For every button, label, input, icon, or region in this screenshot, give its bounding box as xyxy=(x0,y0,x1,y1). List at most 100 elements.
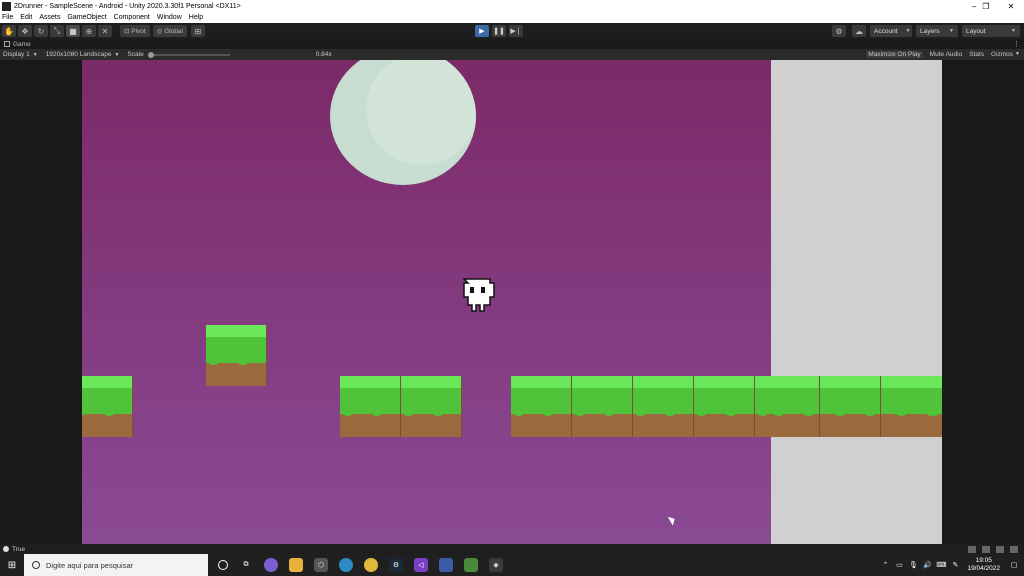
gizmos-toggle[interactable]: Gizmos xyxy=(991,51,1013,58)
services-icon[interactable]: ⚙ xyxy=(832,25,846,37)
block-divider xyxy=(880,376,881,437)
menu-gameobject[interactable]: GameObject xyxy=(67,14,106,21)
scale-slider-handle[interactable] xyxy=(147,51,154,58)
hand-tool-icon[interactable]: ✋ xyxy=(2,25,16,37)
menu-file[interactable]: File xyxy=(2,14,13,21)
clock-time: 19:05 xyxy=(975,557,992,564)
menu-component[interactable]: Component xyxy=(114,14,150,21)
search-icon xyxy=(32,561,40,569)
close-button[interactable]: ✕ xyxy=(1000,0,1022,12)
taskbar-search-input[interactable]: Digite aqui para pesquisar xyxy=(24,554,208,576)
move-tool-icon[interactable]: ✥ xyxy=(18,25,32,37)
chevron-down-icon: ▼ xyxy=(905,28,911,34)
taskbar-clock[interactable]: 19:05 19/04/2022 xyxy=(967,557,1000,573)
scale-slider[interactable] xyxy=(147,51,230,58)
custom-tool-icon[interactable]: ✕ xyxy=(98,25,112,37)
file-explorer-icon[interactable] xyxy=(289,558,303,572)
chevron-up-icon[interactable]: ⌃ xyxy=(881,561,889,569)
tab-menu-icon[interactable]: ⋮ xyxy=(1013,40,1020,48)
notepad-icon[interactable] xyxy=(464,558,478,572)
language-icon[interactable]: ⌨ xyxy=(936,561,946,569)
progress-icon[interactable] xyxy=(968,545,976,553)
grass-edge xyxy=(694,406,754,416)
cortana-icon[interactable] xyxy=(218,560,228,570)
menu-assets[interactable]: Assets xyxy=(39,14,60,21)
tab-game[interactable]: Game xyxy=(13,41,31,48)
viewport-grey-area xyxy=(771,60,942,544)
transform-tool-icon[interactable]: ⊕ xyxy=(82,25,96,37)
grass-edge xyxy=(401,406,461,416)
resolution-select[interactable]: 1920x1080 Landscape ▼ xyxy=(46,51,120,58)
chevron-down-icon: ▼ xyxy=(949,28,954,34)
pause-button[interactable]: ❚❚ xyxy=(492,25,506,37)
grass-highlight xyxy=(511,376,571,388)
menu-bar: File Edit Assets GameObject Component Wi… xyxy=(0,12,1024,23)
scale-tool-icon[interactable]: ⤡ xyxy=(50,25,64,37)
stats-toggle[interactable]: Stats xyxy=(969,51,984,58)
grid-snap-icon[interactable]: ⊞ xyxy=(191,25,205,37)
display-select[interactable]: Display 1 ▼ xyxy=(3,51,38,58)
player-ghost-sprite xyxy=(462,278,495,312)
rect-tool-icon[interactable]: ▦ xyxy=(66,25,80,37)
block-divider xyxy=(819,376,820,437)
game-view-controls: Display 1 ▼ 1920x1080 Landscape ▼ Scale 0.… xyxy=(0,49,1024,60)
chevron-down-icon[interactable]: ▼ xyxy=(1015,51,1020,58)
unity-editor-icon[interactable]: ◈ xyxy=(489,558,503,572)
status-text[interactable]: True xyxy=(12,546,25,553)
window-title: 2Drunner - SampleScene - Android - Unity… xyxy=(14,2,241,10)
pen-icon[interactable]: ✎ xyxy=(951,561,959,569)
chevron-down-icon: ▼ xyxy=(1011,28,1016,34)
task-view-icon[interactable]: ⧉ xyxy=(239,558,253,572)
system-tray: ⌃ ▭ 🎙 🔊 ⌨ ✎ 19:05 19/04/2022 ▢ xyxy=(875,554,1018,576)
global-toggle[interactable]: ◎ Global xyxy=(152,25,187,37)
grass-edge xyxy=(511,406,571,416)
floating-grass-block xyxy=(206,325,267,386)
volume-icon[interactable]: 🔊 xyxy=(923,561,932,569)
layout-label: Layout xyxy=(966,27,986,35)
grass-highlight xyxy=(572,376,632,388)
game-scene[interactable] xyxy=(82,60,771,544)
grass-highlight xyxy=(755,376,771,388)
maximize-on-play-toggle[interactable]: Maximize On Play xyxy=(866,51,923,58)
ground-block xyxy=(511,376,572,437)
game-tab-bar: Game ⋮ xyxy=(0,39,1024,49)
microphone-icon[interactable]: 🎙 xyxy=(909,561,918,569)
grass-highlight xyxy=(82,376,132,388)
browser-icon[interactable] xyxy=(339,558,353,572)
settings-icon[interactable] xyxy=(1010,545,1018,553)
menu-window[interactable]: Window xyxy=(157,14,182,21)
play-button[interactable]: ▶ xyxy=(475,25,489,37)
rotate-tool-icon[interactable]: ↻ xyxy=(34,25,48,37)
network-icon[interactable]: ▭ xyxy=(895,561,903,569)
chrome-icon[interactable] xyxy=(364,558,378,572)
cloud-icon[interactable]: ☁ xyxy=(852,25,866,37)
window-titlebar: 2Drunner - SampleScene - Android - Unity… xyxy=(0,0,1024,12)
grass-edge xyxy=(755,406,771,416)
cache-icon[interactable] xyxy=(982,545,990,553)
unity-hub-icon[interactable]: ⬡ xyxy=(314,558,328,572)
global-label: Global xyxy=(164,27,183,35)
account-dropdown[interactable]: Account ▼ xyxy=(870,25,912,37)
ground-block xyxy=(694,376,755,437)
visual-studio-icon[interactable]: ◁ xyxy=(414,558,428,572)
scale-value: 0.84x xyxy=(315,51,332,58)
pivot-toggle[interactable]: ⊡ Pivot xyxy=(120,25,150,37)
clock-date: 19/04/2022 xyxy=(967,565,1000,572)
scale-label: Scale xyxy=(127,51,144,58)
app-chat-icon[interactable] xyxy=(264,558,278,572)
menu-help[interactable]: Help xyxy=(189,14,203,21)
app-store-icon[interactable] xyxy=(439,558,453,572)
ground-block xyxy=(340,376,401,437)
moon-highlight xyxy=(366,60,476,165)
notifications-icon[interactable]: ▢ xyxy=(1010,561,1018,569)
collab-icon[interactable] xyxy=(996,545,1004,553)
layout-dropdown[interactable]: Layout ▼ xyxy=(962,25,1020,37)
step-button[interactable]: ▶❘ xyxy=(509,25,523,37)
mute-audio-toggle[interactable]: Mute Audio xyxy=(930,51,963,58)
game-tab-icon xyxy=(4,41,10,47)
maximize-button[interactable]: ❐ xyxy=(975,0,997,12)
menu-edit[interactable]: Edit xyxy=(20,14,32,21)
windows-start-icon[interactable]: ⊞ xyxy=(0,554,24,576)
steam-icon[interactable]: ⚙ xyxy=(389,558,403,572)
layers-dropdown[interactable]: Layers ▼ xyxy=(916,25,958,37)
